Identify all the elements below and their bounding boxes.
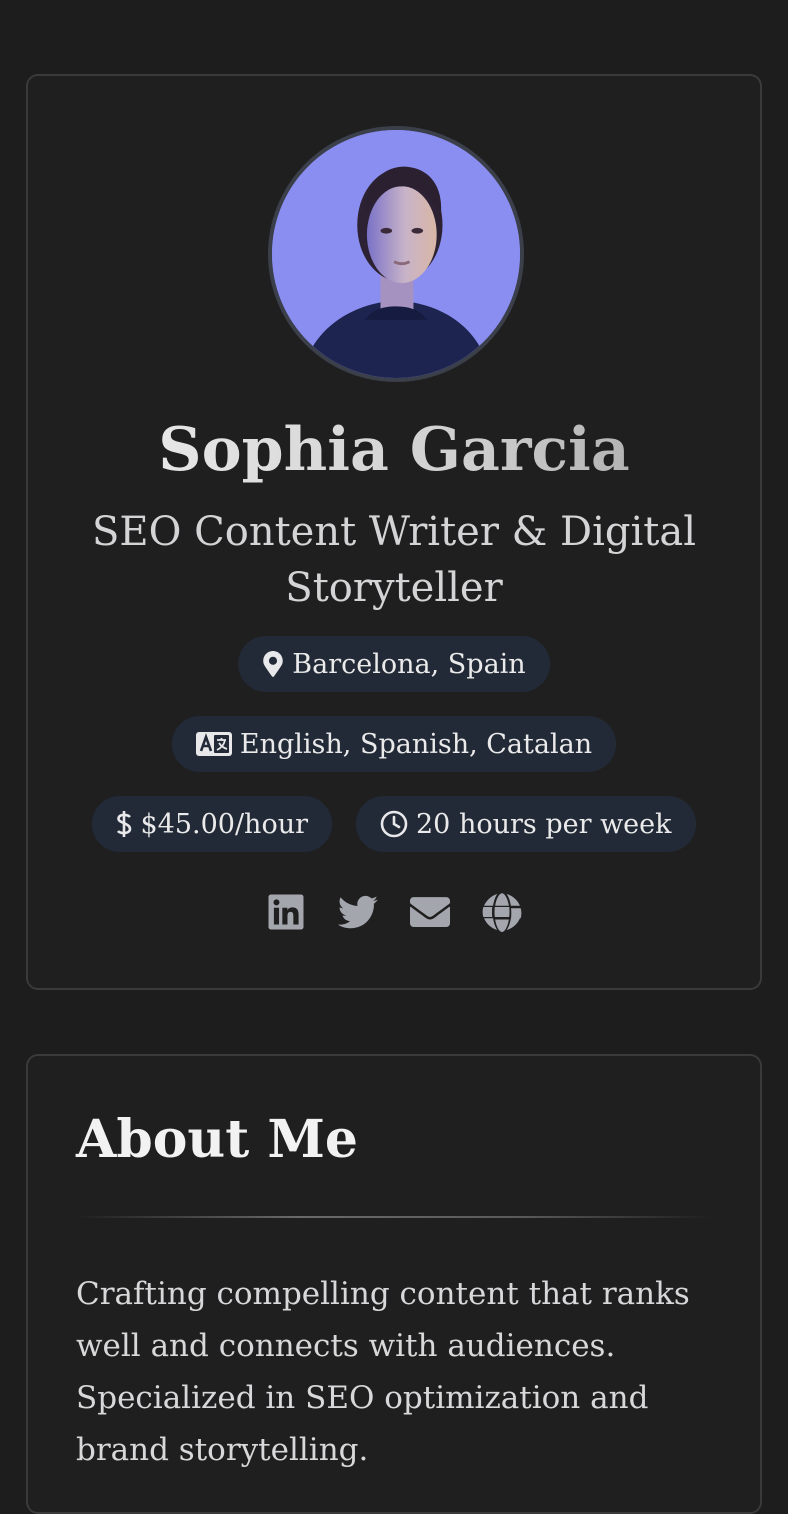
dollar-icon (117, 811, 132, 837)
clock-icon (380, 810, 408, 838)
linkedin-icon (268, 894, 304, 930)
profile-name: Sophia Garcia (28, 414, 760, 486)
rate-badge: $45.00/hour (92, 796, 332, 852)
linkedin-link[interactable] (266, 892, 306, 932)
about-text: Crafting compelling content that ranks w… (76, 1276, 690, 1468)
availability-badge: 20 hours per week (356, 796, 696, 852)
about-card: About Me Crafting compelling content tha… (26, 1054, 762, 1514)
email-link[interactable] (410, 892, 450, 932)
rate-text: $45.00/hour (140, 808, 308, 840)
envelope-icon (410, 897, 450, 927)
rate-availability-row: $45.00/hour 20 hours per week (28, 796, 760, 852)
globe-icon (482, 893, 522, 932)
location-row: Barcelona, Spain (28, 636, 760, 692)
map-marker-icon (263, 651, 284, 677)
languages-row: English, Spanish, Catalan (28, 716, 760, 772)
about-divider (76, 1216, 712, 1218)
availability-text: 20 hours per week (416, 808, 672, 840)
language-icon (195, 732, 232, 756)
location-badge: Barcelona, Spain (238, 636, 550, 692)
social-links (28, 892, 760, 932)
avatar-portrait (272, 130, 520, 378)
twitter-icon (338, 895, 378, 929)
twitter-link[interactable] (338, 892, 378, 932)
profile-card: Sophia Garcia SEO Content Writer & Digit… (26, 74, 762, 990)
website-link[interactable] (482, 892, 522, 932)
location-text: Barcelona, Spain (292, 648, 526, 680)
languages-text: English, Spanish, Catalan (239, 728, 593, 760)
languages-badge: English, Spanish, Catalan (171, 716, 617, 772)
about-heading: About Me (76, 1109, 358, 1170)
avatar (268, 126, 524, 382)
profile-title: SEO Content Writer & Digital Storyteller (92, 509, 696, 611)
